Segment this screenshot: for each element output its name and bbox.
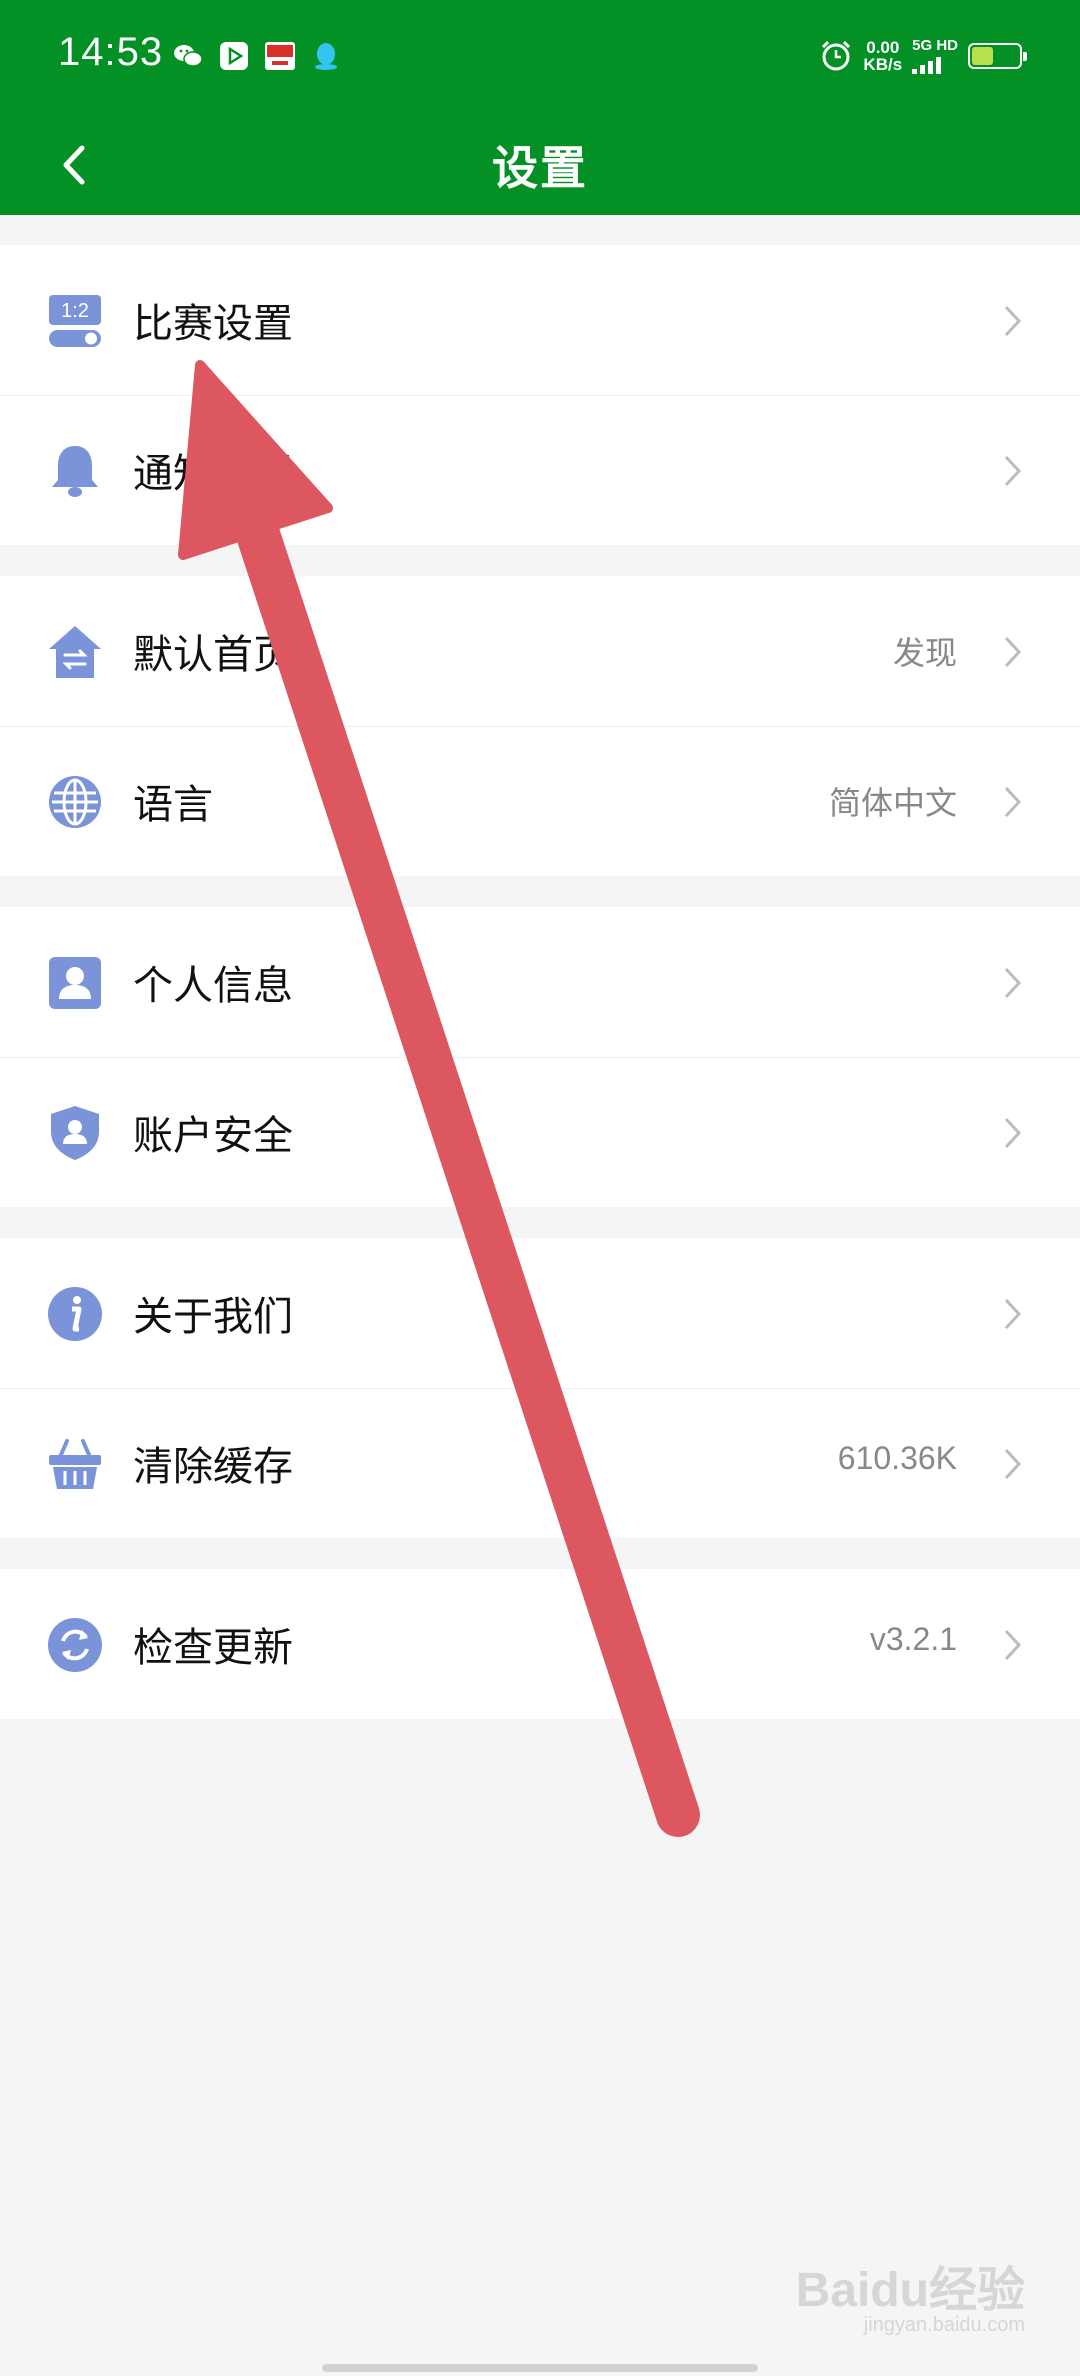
notification-icons <box>172 40 342 72</box>
settings-item-about[interactable]: 关于我们 <box>0 1238 1080 1388</box>
settings-group-app: 关于我们 清除缓存 610.36K <box>0 1238 1080 1538</box>
settings-group-general: 默认首页 发现 语言 简体中文 <box>0 576 1080 876</box>
settings-item-label: 比赛设置 <box>133 301 293 347</box>
chevron-right-icon <box>1004 1629 1022 1661</box>
settings-item-label: 通知设置 <box>133 451 293 497</box>
settings-item-value: v3.2.1 <box>869 1621 957 1657</box>
net-speed-value: 0.00 <box>866 38 900 57</box>
battery-icon <box>968 43 1027 69</box>
baidu-watermark: Baidu经验 jingyan.baidu.com <box>796 2250 1025 2337</box>
match-settings-icon: 1:2 <box>49 295 101 347</box>
news-app-icon <box>265 42 295 70</box>
status-bar: 14:53 0.00 KB/s 5G HD <box>0 0 1080 118</box>
settings-item-label: 检查更新 <box>133 1625 293 1671</box>
qq-icon <box>315 43 337 70</box>
signal-bars-icon <box>912 56 942 74</box>
page-title: 设置 <box>492 141 588 195</box>
settings-item-label: 语言 <box>133 782 213 828</box>
chevron-right-icon <box>1004 305 1022 337</box>
wechat-icon <box>174 45 203 67</box>
settings-item-clear-cache[interactable]: 清除缓存 610.36K <box>0 1388 1080 1538</box>
chevron-right-icon <box>1004 1298 1022 1330</box>
settings-group-update: 检查更新 v3.2.1 <box>0 1569 1080 1719</box>
net-speed: 0.00 KB/s <box>863 39 902 73</box>
settings-item-match[interactable]: 1:2 比赛设置 <box>0 245 1080 395</box>
home-switch-icon <box>49 626 101 678</box>
settings-item-value: 610.36K <box>837 1440 957 1476</box>
settings-item-label: 个人信息 <box>133 963 293 1009</box>
info-icon <box>48 1287 102 1341</box>
alarm-icon <box>822 40 851 71</box>
settings-item-value: 发现 <box>892 635 957 671</box>
chevron-right-icon <box>1004 1117 1022 1149</box>
settings-item-default-home[interactable]: 默认首页 发现 <box>0 576 1080 726</box>
chevron-right-icon <box>1004 786 1022 818</box>
settings-item-label: 清除缓存 <box>133 1444 293 1490</box>
profile-icon <box>49 957 101 1009</box>
chevron-right-icon <box>1004 967 1022 999</box>
status-indicators: 0.00 KB/s 5G HD <box>819 38 1027 74</box>
settings-item-profile[interactable]: 个人信息 <box>0 907 1080 1057</box>
chevron-right-icon <box>1004 455 1022 487</box>
settings-item-label: 账户安全 <box>133 1113 293 1159</box>
settings-item-notifications[interactable]: 通知设置 <box>0 395 1080 545</box>
bell-icon <box>52 446 98 497</box>
settings-item-check-update[interactable]: 检查更新 v3.2.1 <box>0 1569 1080 1719</box>
app-header: 14:53 0.00 KB/s 5G HD 设置 <box>0 0 1080 215</box>
video-app-icon <box>220 42 248 70</box>
settings-group-match: 1:2 比赛设置 通知设置 <box>0 245 1080 545</box>
svg-text:1:2: 1:2 <box>61 300 89 322</box>
settings-group-account: 个人信息 账户安全 <box>0 907 1080 1207</box>
network-label: 5G HD <box>912 37 958 54</box>
refresh-icon <box>48 1618 102 1672</box>
settings-item-language[interactable]: 语言 简体中文 <box>0 726 1080 876</box>
settings-item-account-security[interactable]: 账户安全 <box>0 1057 1080 1207</box>
battery-level-fill <box>972 47 993 65</box>
settings-item-label: 默认首页 <box>133 632 293 678</box>
chevron-right-icon <box>1004 1448 1022 1480</box>
globe-icon <box>49 776 101 828</box>
title-bar: 设置 <box>0 118 1080 215</box>
settings-item-value: 简体中文 <box>828 785 957 821</box>
settings-item-label: 关于我们 <box>133 1294 293 1340</box>
signal-indicator: 5G HD <box>912 38 958 74</box>
shield-icon <box>51 1106 99 1160</box>
net-speed-unit: KB/s <box>863 55 903 74</box>
basket-icon <box>49 1439 101 1489</box>
home-indicator[interactable] <box>322 2364 758 2372</box>
watermark-title: Baidu经验 <box>795 2264 1025 2317</box>
status-time: 14:53 <box>58 30 164 74</box>
chevron-right-icon <box>1004 636 1022 668</box>
